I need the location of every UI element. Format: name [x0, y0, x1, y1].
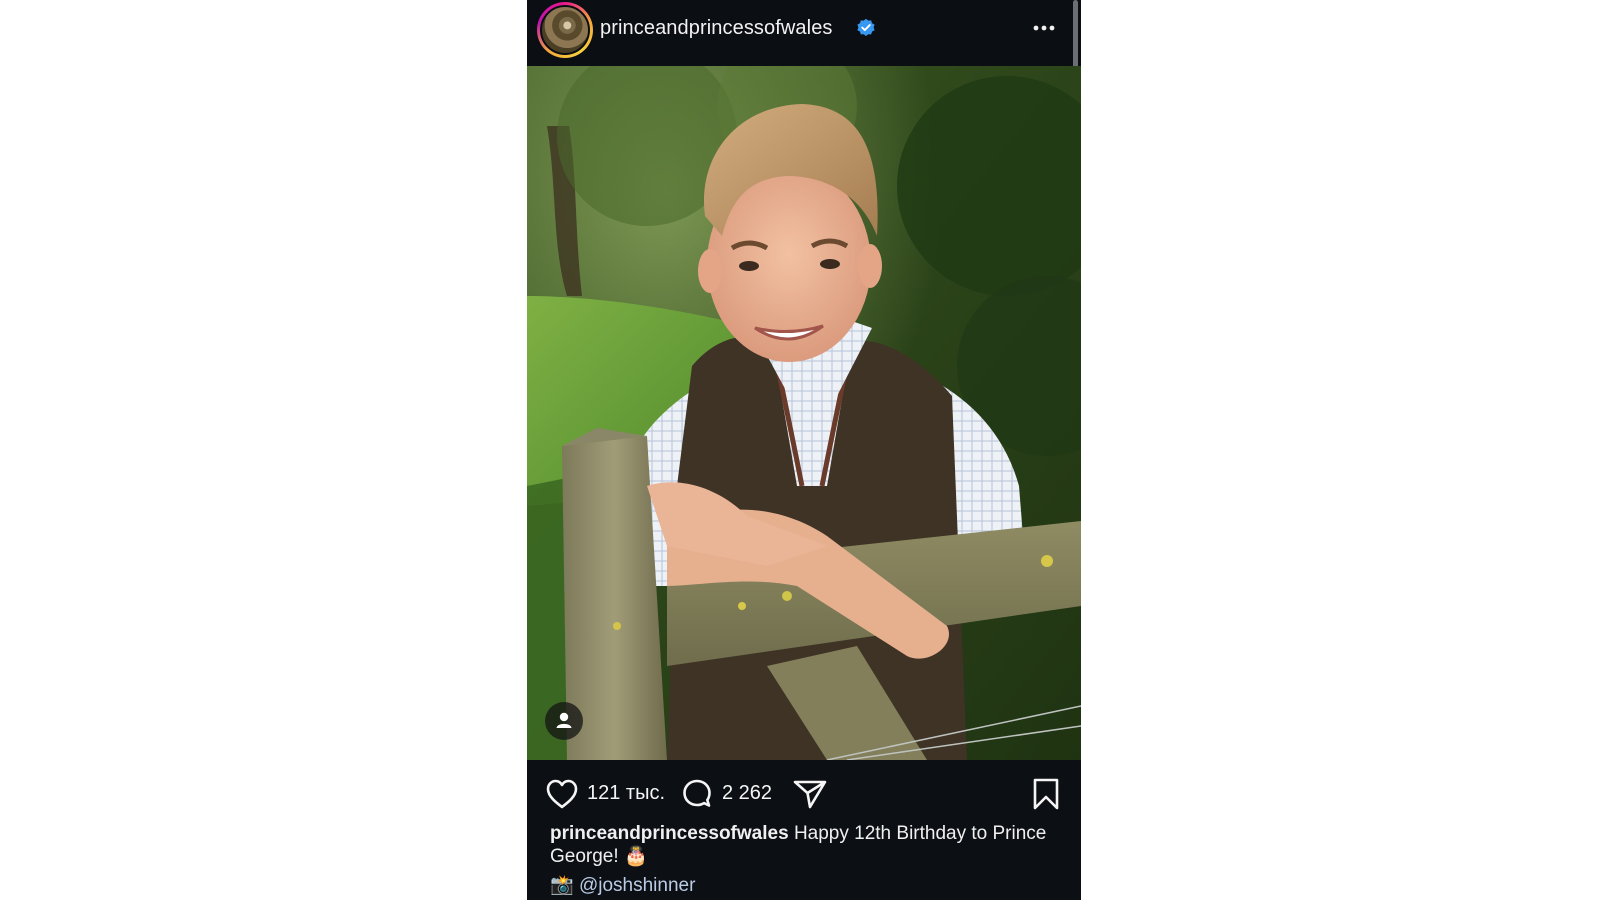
- camera-emoji: 📸: [550, 875, 574, 896]
- tag-button[interactable]: [545, 702, 583, 740]
- post-image[interactable]: [527, 66, 1081, 760]
- comments-count[interactable]: 2 262: [722, 782, 772, 805]
- instagram-post-view: princeandprincessofwales 121 тыс. 2 262 …: [527, 0, 1081, 900]
- post-caption: princeandprincessofwales Happy 12th Birt…: [550, 822, 1050, 868]
- bookmark-icon[interactable]: [1031, 777, 1061, 811]
- photo-credit: 📸 @joshshinner: [550, 873, 695, 897]
- story-ring[interactable]: [537, 2, 593, 58]
- person-tag-icon: [556, 712, 572, 728]
- verified-badge-icon: [857, 18, 875, 36]
- likes-count[interactable]: 121 тыс.: [587, 782, 665, 805]
- post-photo: [527, 66, 1081, 760]
- heart-icon[interactable]: [545, 778, 579, 810]
- post-username[interactable]: princeandprincessofwales: [600, 17, 833, 40]
- share-icon[interactable]: [792, 778, 828, 810]
- post-header: princeandprincessofwales: [527, 0, 1081, 98]
- caption-username[interactable]: princeandprincessofwales: [550, 823, 789, 844]
- credit-mention-link[interactable]: @joshshinner: [579, 875, 695, 896]
- cake-emoji: 🎂: [623, 846, 648, 867]
- avatar[interactable]: [540, 5, 590, 55]
- action-bar: 121 тыс. 2 262: [527, 760, 1081, 830]
- more-options-icon[interactable]: [1027, 14, 1061, 42]
- comment-icon[interactable]: [680, 778, 714, 812]
